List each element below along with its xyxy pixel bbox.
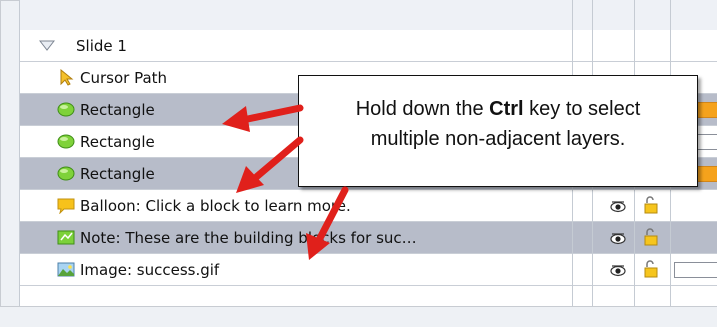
collapse-triangle-icon[interactable] (39, 40, 55, 52)
lock-icon[interactable] (644, 196, 658, 214)
layer-label: Image: success.gif (80, 261, 220, 279)
callout-text-start: Hold down the (355, 98, 490, 120)
callout-key: Ctrl (489, 98, 524, 120)
note-icon (57, 230, 75, 245)
eye-icon[interactable] (610, 199, 626, 213)
layer-label: Rectangle (80, 133, 155, 151)
rectangle-green-icon (57, 134, 75, 149)
layer-row[interactable]: Image: success.gif (20, 254, 717, 286)
rectangle-green-icon (57, 166, 75, 181)
timeline-bar[interactable] (674, 262, 717, 278)
callout-text-end: key to select (523, 98, 641, 120)
lock-icon[interactable] (644, 228, 658, 246)
layer-label: Note: These are the building blocks for … (80, 229, 417, 247)
eye-icon[interactable] (610, 263, 626, 277)
layer-row[interactable]: Note: These are the building blocks for … (20, 222, 717, 254)
layer-label: Balloon: Click a block to learn more. (80, 197, 351, 215)
layer-row[interactable]: Balloon: Click a block to learn more. (20, 190, 717, 222)
bottom-bar (0, 306, 717, 327)
slide-row[interactable]: Slide 1 (20, 30, 717, 62)
eye-icon[interactable] (610, 231, 626, 245)
layer-label: Rectangle (80, 101, 155, 119)
slide-name: Slide 1 (76, 37, 127, 55)
callout-line2: multiple non-adjacent layers. (370, 128, 626, 150)
layer-label: Rectangle (80, 165, 155, 183)
balloon-icon (57, 198, 75, 214)
layer-label: Cursor Path (80, 69, 168, 87)
cursor-path-icon (60, 69, 74, 86)
image-icon (57, 262, 75, 277)
lock-icon[interactable] (644, 260, 658, 278)
panel-header (20, 0, 717, 31)
callout-tooltip: Hold down the Ctrl key to select multipl… (298, 75, 698, 187)
rectangle-green-icon (57, 102, 75, 117)
